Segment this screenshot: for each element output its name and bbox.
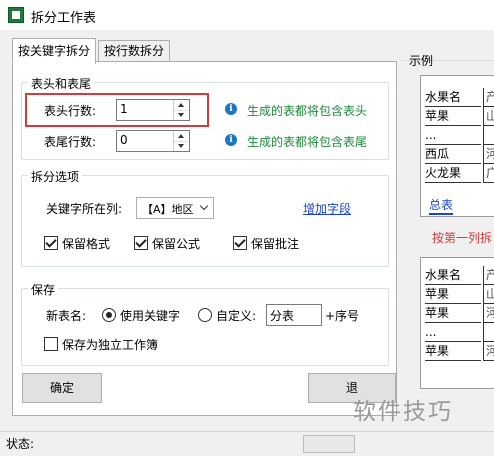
header-rows-label: 表头行数: [44,104,97,118]
save-as-workbook-checkbox[interactable] [44,337,58,351]
header-footer-group: 表头和表尾 表头行数: 1 i 生成的表都将包含表头 表尾行数: 0 i 生成的… [21,75,389,160]
footer-rows-stepper[interactable]: 0 [116,130,190,152]
example-caption: 按第一列拆 [432,231,493,245]
example-cell: ... [425,323,481,342]
info-icon: i [225,134,237,146]
arrow-up-icon [178,134,184,138]
example-cell: 河 [483,304,494,323]
example-cell: 山 [483,107,494,126]
watermark-text: 软件技巧 [353,399,453,425]
tab-panel: 表头和表尾 表头行数: 1 i 生成的表都将包含表头 表尾行数: 0 i 生成的… [12,61,397,416]
example-cell: 产 [483,266,494,285]
stepper-down-button[interactable] [174,141,189,151]
footer-rows-value: 0 [120,133,128,147]
info-icon: i [225,103,237,115]
confirm-button[interactable]: 确定 [22,373,102,403]
status-bar: 状态: [0,431,494,456]
example-cell: 苹果 [425,342,481,361]
footer-rows-label: 表尾行数: [44,135,97,149]
arrow-down-icon [178,113,184,117]
example-cell: 水果名 [425,88,481,107]
custom-name-input[interactable]: 分表 [266,304,322,326]
keep-format-label: 保留格式 [62,237,111,251]
stepper-down-button[interactable] [174,110,189,120]
tab-split-by-rows[interactable]: 按行数拆分 [98,40,170,63]
add-field-link[interactable]: 增加字段 [303,200,351,217]
status-progress-field [303,435,355,453]
suffix-label: +序号 [325,309,360,323]
key-column-label: 关键字所在列: [46,202,123,216]
keep-comments-label: 保留批注 [251,237,300,251]
example-cell: 苹果 [425,107,481,126]
chevron-down-icon [199,201,209,211]
example-cell [483,126,494,145]
group-title: 保存 [28,281,59,298]
custom-name-value: 分表 [270,309,295,323]
split-options-group: 拆分选项 关键字所在列: 【A】地区 增加字段 保留格式 保留公式 保留批注 [21,168,389,267]
save-as-workbook-label: 保存为独立工作簿 [62,338,159,352]
example-sheet-total: 水果名 产 苹果 山 ... 西瓜 河 火龙果 广 总表 [420,75,494,217]
header-hint: 生成的表都将包含表头 [247,104,368,118]
group-title: 表头和表尾 [28,75,95,92]
group-title: 拆分选项 [28,168,83,185]
example-cell: 河 [483,145,494,164]
example-cell: 苹果 [425,304,481,323]
example-cell: 河 [483,342,494,361]
key-column-select[interactable]: 【A】地区 [136,197,214,219]
keep-formula-label: 保留公式 [152,237,201,251]
example-title: 示例 [409,54,434,68]
arrow-up-icon [178,103,184,107]
example-cell: 广 [483,164,494,183]
example-cell: 西瓜 [425,145,481,164]
save-group: 保存 新表名: 使用关键字 自定义: 分表 +序号 保存为独立工作簿 [21,281,389,366]
keep-comments-checkbox[interactable] [233,236,247,250]
use-keyword-radio[interactable] [102,308,116,322]
new-name-label: 新表名: [46,309,87,323]
example-cell: ... [425,126,481,145]
app-icon [8,7,24,23]
title-bar: 拆分工作表 [0,0,494,30]
example-sheet-split: 水果名 产 苹果 山 苹果 河 ... 苹果 河 [420,257,494,389]
footer-hint: 生成的表都将包含表尾 [247,135,368,149]
example-cell: 山 [483,285,494,304]
header-rows-value: 1 [120,102,128,116]
header-rows-stepper[interactable]: 1 [116,99,190,121]
keep-formula-checkbox[interactable] [134,236,148,250]
keep-format-checkbox[interactable] [44,236,58,250]
example-cell: 产 [483,88,494,107]
example-cell: 火龙果 [425,164,481,183]
custom-name-radio[interactable] [198,308,212,322]
status-label: 状态: [6,437,35,451]
use-keyword-label: 使用关键字 [120,309,181,323]
example-cell: 水果名 [425,266,481,285]
arrow-down-icon [178,144,184,148]
window-title: 拆分工作表 [31,11,97,26]
example-sheet-tab: 总表 [429,196,454,215]
custom-name-label: 自定义: [216,309,257,323]
key-column-value: 【A】地区 [142,203,194,216]
example-cell [483,323,494,342]
tab-split-by-keyword[interactable]: 按关键字拆分 [12,38,96,64]
example-cell: 苹果 [425,285,481,304]
